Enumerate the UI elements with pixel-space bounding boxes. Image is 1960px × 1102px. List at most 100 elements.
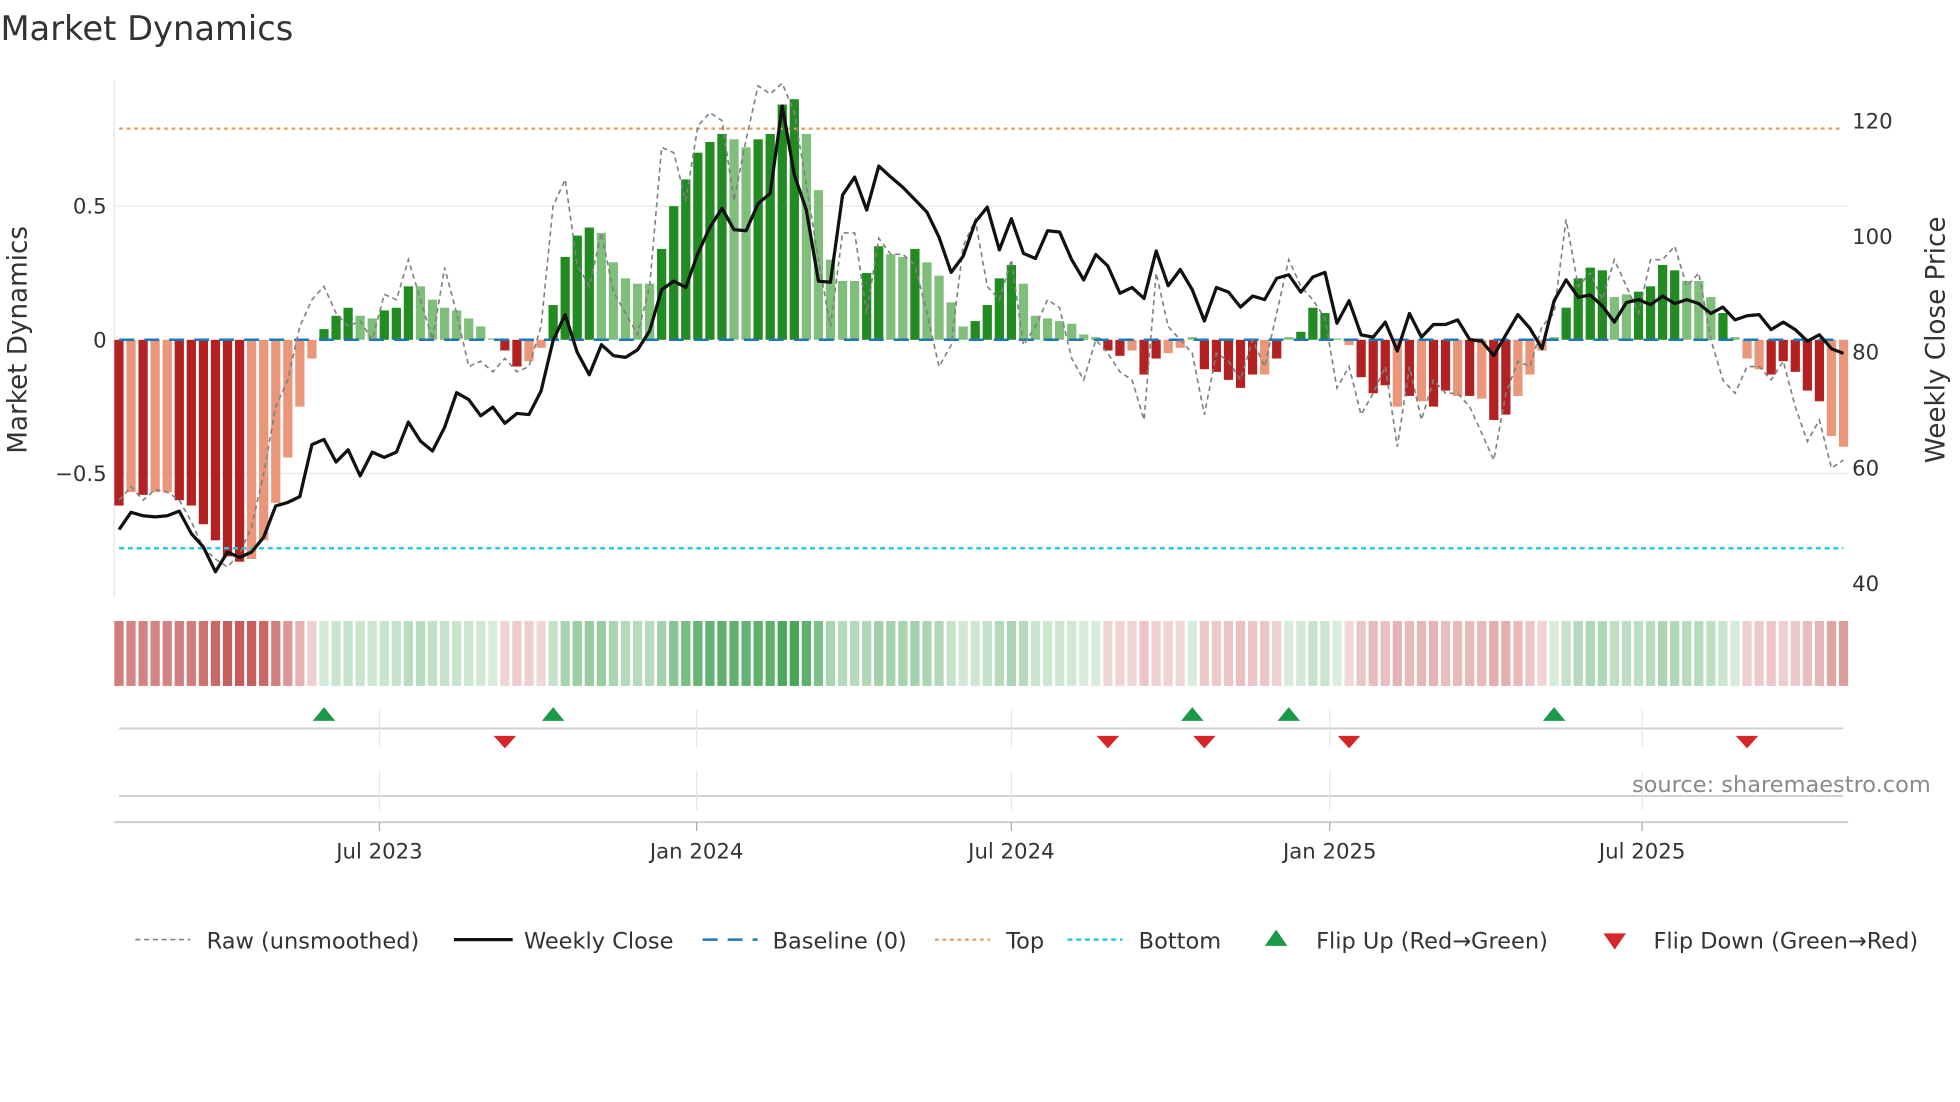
heat-strip-cell — [1296, 620, 1306, 686]
heat-strip-cell — [1030, 620, 1041, 686]
heat-strip-cell — [283, 620, 293, 686]
heat-strip-cell — [1645, 620, 1656, 686]
momentum-bar — [1826, 339, 1837, 437]
heat-strip-cell — [500, 620, 510, 686]
heat-strip-cell — [1501, 620, 1511, 686]
momentum-bar — [331, 315, 341, 340]
heat-strip-cell — [1440, 620, 1451, 686]
heat-strip-cell — [693, 620, 703, 686]
momentum-bar — [1368, 339, 1378, 394]
legend-bottom-label: Bottom — [1139, 928, 1221, 954]
momentum-bar — [234, 339, 245, 562]
heat-strip-cell — [1513, 620, 1523, 686]
heat-strip-cell — [1211, 620, 1222, 686]
momentum-bar — [1332, 338, 1342, 340]
left-y-tick-label: 0.5 — [73, 195, 107, 220]
heat-strip-cell — [681, 620, 691, 686]
heat-strip-cell — [777, 620, 787, 686]
momentum-bar — [1308, 307, 1318, 340]
x-tick-label: Jul 2024 — [966, 839, 1054, 864]
heat-strip-cell — [1706, 620, 1716, 686]
momentum-bar — [898, 256, 908, 340]
heat-strip-cell — [837, 620, 848, 686]
momentum-bar — [1042, 318, 1053, 340]
momentum-bar — [1284, 337, 1294, 340]
heat-strip-cell — [1633, 620, 1644, 686]
heat-strip-cell — [560, 620, 570, 686]
heat-strip-cell — [1067, 620, 1077, 686]
momentum-bar — [391, 307, 401, 340]
heat-strip-cell — [1175, 620, 1185, 686]
heat-strip-cell — [862, 620, 872, 686]
heat-strip-cell — [1356, 620, 1366, 686]
momentum-bar — [1802, 339, 1812, 391]
momentum-bars — [114, 99, 1849, 562]
momentum-bar — [1380, 339, 1390, 386]
momentum-bar — [283, 339, 293, 458]
flip-down-icon — [1735, 735, 1759, 749]
momentum-bar — [862, 272, 872, 340]
heat-strip-cell — [1272, 620, 1282, 686]
heat-strip-cell — [512, 620, 522, 686]
momentum-bar — [849, 280, 860, 340]
heat-strip-cell — [1537, 620, 1547, 686]
x-tick-label: Jan 2025 — [1281, 839, 1377, 864]
momentum-bar — [1235, 339, 1246, 388]
left-y-ticks: 0.5 0 −0.5 — [55, 195, 107, 487]
heat-strip-cell — [1694, 620, 1704, 686]
heat-strip-cell — [1284, 620, 1294, 686]
heat-strip-cell — [825, 620, 836, 686]
legend-close-label: Weekly Close — [524, 928, 673, 954]
market-dynamics-chart: Market Dynamics 0.5 0 −0.5 120 100 80 60 40 Ma… — [0, 9, 1951, 954]
right-y-tick-label: 60 — [1852, 456, 1879, 481]
momentum-bar — [295, 339, 305, 407]
momentum-bar — [958, 326, 968, 340]
heat-strip-cell — [1380, 620, 1390, 686]
heat-strip-cell — [355, 620, 365, 686]
heat-strip-cell — [1247, 620, 1258, 686]
heat-strip-cell — [295, 620, 305, 686]
momentum-bar — [620, 278, 631, 340]
heat-strip-cell — [1658, 620, 1668, 686]
momentum-bar — [1139, 339, 1149, 375]
momentum-bar — [355, 315, 365, 340]
heat-strip-cell — [126, 620, 136, 686]
heat-strip-cell — [922, 620, 932, 686]
heat-strip-cell — [1826, 620, 1837, 686]
heat-strip-cell — [548, 620, 558, 686]
heat-strip-cell — [476, 620, 486, 686]
momentum-bar — [1115, 339, 1125, 356]
heat-strip-cell — [1416, 620, 1427, 686]
right-y-tick-label: 120 — [1852, 109, 1893, 134]
momentum-bar — [1694, 280, 1704, 340]
x-ticks: Jul 2023 Jan 2024 Jul 2024 Jan 2025 Jul 2025 — [334, 709, 1685, 864]
x-tick-label: Jan 2024 — [648, 839, 744, 864]
heat-strip-cell — [186, 620, 196, 686]
heat-strip-cell — [632, 620, 643, 686]
heat-strip-cell — [307, 620, 317, 686]
heat-strip-cell — [1778, 620, 1788, 686]
momentum-bar — [1356, 339, 1366, 378]
heat-strip-cell — [331, 620, 341, 686]
momentum-bar — [717, 133, 727, 340]
momentum-bar — [1790, 339, 1800, 372]
heat-strip-cell — [1151, 620, 1161, 686]
heat-strip-cell — [1790, 620, 1800, 686]
momentum-bar — [150, 339, 160, 493]
legend-flip-down-label: Flip Down (Green→Red) — [1653, 928, 1918, 954]
heat-strip-cell — [1452, 620, 1463, 686]
heat-strip-cell — [1670, 620, 1680, 686]
momentum-bar — [741, 147, 751, 340]
momentum-bar — [138, 339, 148, 495]
heat-strip-cell — [1561, 620, 1571, 686]
momentum-bar — [1067, 323, 1077, 340]
heat-strip-cell — [452, 620, 462, 686]
momentum-bar — [198, 339, 209, 525]
heat-strip-cell — [657, 620, 667, 686]
flip-down-icon — [1337, 735, 1361, 749]
momentum-bar — [681, 179, 691, 340]
heat-strip-cell — [1079, 620, 1089, 686]
heat-strip-cell — [1585, 620, 1595, 686]
heat-strip-cell — [608, 620, 619, 686]
heat-strip-cell — [1163, 620, 1173, 686]
